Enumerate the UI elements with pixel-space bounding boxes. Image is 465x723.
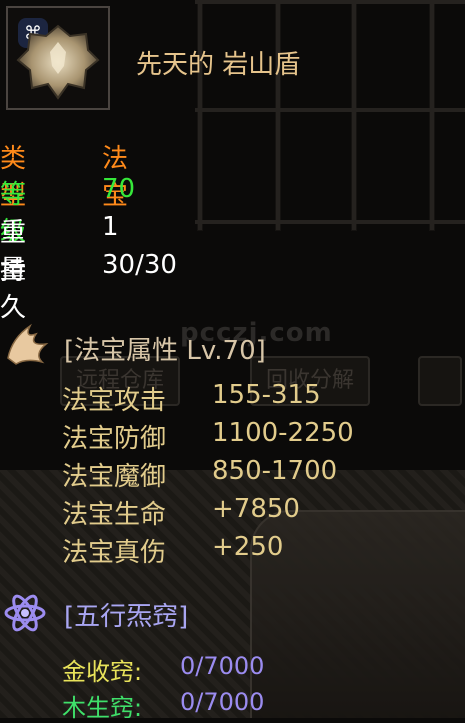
stat-value: 30/30	[102, 250, 177, 280]
attribute-row: 法宝生命 +7850	[62, 494, 300, 531]
attribute-value: 155-315	[212, 380, 321, 410]
attribute-row: 法宝攻击 155-315	[62, 380, 321, 417]
item-icon-frame[interactable]: ⌘	[6, 6, 110, 110]
attribute-label: 法宝魔御	[62, 462, 167, 492]
attribute-value: +7850	[212, 494, 300, 524]
attribute-row: 法宝真伤 +250	[62, 532, 283, 569]
wing-icon	[7, 323, 49, 365]
attribute-label: 法宝真伤	[62, 538, 167, 568]
attribute-value: 850-1700	[212, 456, 338, 486]
stat-value: 1	[102, 212, 119, 242]
treasure-section-title: [法宝属性 Lv.70]	[64, 336, 266, 366]
slot-label: 金收窍:	[62, 658, 143, 686]
attribute-label: 法宝防御	[62, 424, 167, 454]
attribute-label: 法宝生命	[62, 500, 167, 530]
slot-value: 0/7000	[180, 652, 265, 680]
shield-icon	[16, 24, 100, 100]
attribute-row: 法宝魔御 850-1700	[62, 456, 337, 493]
element-slot-row: 金收窍: 0/7000	[62, 652, 264, 687]
slot-value: 0/7000	[180, 688, 265, 716]
attribute-row: 法宝防御 1100-2250	[62, 418, 354, 455]
item-name: 先天的 岩山盾	[136, 50, 301, 80]
elements-section-title: [五行炁窍]	[64, 602, 189, 632]
attribute-label: 法宝攻击	[62, 386, 167, 416]
stat-value: 70	[102, 174, 136, 204]
atom-icon	[4, 594, 46, 632]
item-tooltip: ⌘ 先天的 岩山盾 类型 法宝 等级 70 重量 1 持久 30/30 [法宝属…	[0, 0, 465, 722]
attribute-value: +250	[212, 532, 284, 562]
attribute-value: 1100-2250	[212, 418, 354, 448]
stat-label: 持久	[0, 256, 27, 323]
